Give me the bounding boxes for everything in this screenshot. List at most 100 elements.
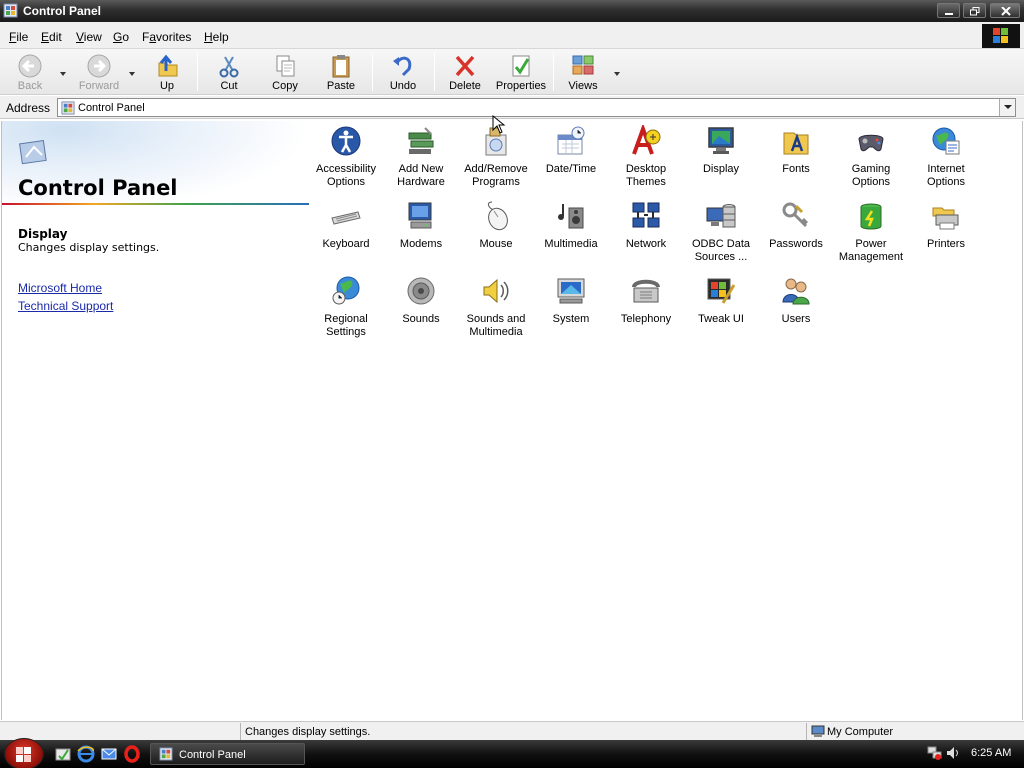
views-label: Views: [568, 80, 598, 92]
paste-button[interactable]: Paste: [319, 51, 363, 93]
forward-dropdown-icon[interactable]: [129, 70, 137, 78]
back-dropdown-icon[interactable]: [60, 70, 68, 78]
sounds-icon: [407, 277, 435, 305]
properties-icon: [512, 55, 530, 77]
properties-button[interactable]: Properties: [493, 51, 549, 93]
odbc-icon: [706, 204, 736, 228]
address-bar: Address Control Panel: [0, 96, 1024, 119]
printers-icon: [932, 207, 959, 230]
cp-item-accessibility-options[interactable]: Accessibility Options: [309, 123, 383, 193]
cp-item-internet-options[interactable]: Internet Options: [909, 123, 983, 193]
restore-button[interactable]: [963, 3, 986, 18]
cp-item-date-time[interactable]: Date/Time: [534, 123, 608, 193]
cp-item-passwords[interactable]: Passwords: [759, 198, 833, 268]
outlook-express-icon[interactable]: [100, 745, 118, 763]
cp-item-telephony[interactable]: Telephony: [609, 273, 683, 343]
cp-item-users[interactable]: Users: [759, 273, 833, 343]
cp-item-keyboard[interactable]: Keyboard: [309, 198, 383, 268]
menu-view[interactable]: View: [76, 30, 102, 44]
menu-favorites[interactable]: Favorites: [142, 30, 191, 44]
close-button[interactable]: [990, 3, 1020, 18]
control-panel-icon: [61, 101, 75, 115]
passwords-icon: [782, 202, 809, 228]
delete-button[interactable]: Delete: [444, 51, 486, 93]
properties-label: Properties: [495, 80, 547, 92]
system-icon: [557, 278, 585, 304]
menu-label: ile: [16, 30, 29, 44]
taskbar-button-control-panel[interactable]: Control Panel: [150, 743, 305, 765]
cp-item-gaming-options[interactable]: Gaming Options: [834, 123, 908, 193]
opera-icon[interactable]: [123, 745, 141, 763]
network-status-icon[interactable]: [927, 745, 943, 761]
cp-item-label: Date/Time: [545, 163, 597, 175]
internet-explorer-icon[interactable]: [77, 745, 95, 763]
cp-item-label: Desktop Themes: [625, 163, 667, 188]
cp-item-fonts[interactable]: Fonts: [759, 123, 833, 193]
undo-button[interactable]: Undo: [382, 51, 424, 93]
clock[interactable]: 6:25 AM: [971, 747, 1011, 759]
cp-item-regional-settings[interactable]: Regional Settings: [309, 273, 383, 343]
delete-label: Delete: [449, 80, 481, 92]
show-desktop-icon[interactable]: [54, 745, 72, 763]
cp-item-sounds[interactable]: Sounds: [384, 273, 458, 343]
cp-item-network[interactable]: Network: [609, 198, 683, 268]
power-management-icon: [860, 203, 882, 230]
multimedia-icon: [558, 204, 584, 229]
address-value: Control Panel: [78, 102, 145, 114]
users-icon: [782, 278, 810, 305]
menu-file[interactable]: File: [9, 30, 28, 44]
views-icon: [572, 55, 594, 75]
cp-item-add-new-hardware[interactable]: Add New Hardware: [384, 123, 458, 193]
cp-item-desktop-themes[interactable]: Desktop Themes: [609, 123, 683, 193]
address-input[interactable]: Control Panel: [57, 98, 1016, 117]
cp-item-power-management[interactable]: Power Management: [834, 198, 908, 268]
cp-item-odbc-data-sources[interactable]: ODBC Data Sources ...: [684, 198, 758, 268]
address-dropdown-button[interactable]: [999, 99, 1015, 116]
cp-item-tweak-ui[interactable]: Tweak UI: [684, 273, 758, 343]
restore-icon: [970, 7, 980, 16]
info-pane: Control Panel Display Changes display se…: [2, 121, 310, 720]
menu-edit[interactable]: Edit: [41, 30, 62, 44]
menu-bar: File Edit View Go Favorites Help: [0, 22, 1024, 49]
menu-help[interactable]: Help: [204, 30, 229, 44]
cp-item-label: Network: [625, 238, 667, 250]
up-button[interactable]: Up: [148, 51, 186, 93]
menu-accel: G: [113, 30, 123, 44]
delete-x-icon: [455, 55, 475, 77]
menu-label: elp: [212, 30, 229, 44]
views-button[interactable]: Views: [563, 51, 603, 93]
cp-item-label: Power Management: [838, 238, 904, 263]
cp-item-display[interactable]: Display: [684, 123, 758, 193]
content-area: Control Panel Display Changes display se…: [1, 115, 1023, 720]
cp-item-modems[interactable]: Modems: [384, 198, 458, 268]
fonts-icon: [783, 132, 809, 155]
start-button[interactable]: [4, 738, 44, 768]
title-bar[interactable]: Control Panel: [0, 0, 1024, 22]
menu-accel: E: [41, 30, 50, 44]
back-button[interactable]: Back: [8, 51, 52, 93]
cp-item-multimedia[interactable]: Multimedia: [534, 198, 608, 268]
cp-item-printers[interactable]: Printers: [909, 198, 983, 268]
copy-icon: [276, 55, 295, 77]
telephony-icon: [632, 279, 660, 303]
cp-item-label: Multimedia: [544, 238, 598, 250]
technical-support-link[interactable]: Technical Support: [18, 299, 113, 313]
minimize-button[interactable]: [937, 3, 960, 18]
forward-button[interactable]: Forward: [74, 51, 124, 93]
cp-item-label: Mouse: [479, 238, 513, 250]
cut-button[interactable]: Cut: [208, 51, 250, 93]
menu-label: iew: [83, 30, 102, 44]
address-label: Address: [6, 101, 51, 115]
cp-item-mouse[interactable]: Mouse: [459, 198, 533, 268]
copy-button[interactable]: Copy: [264, 51, 306, 93]
add-hardware-icon: [408, 127, 434, 154]
menu-go[interactable]: Go: [113, 30, 129, 44]
cp-item-label: Add New Hardware: [397, 163, 445, 188]
cp-item-sounds-and-multimedia[interactable]: Sounds and Multimedia: [459, 273, 533, 343]
menu-label: o: [122, 30, 130, 44]
cp-item-system[interactable]: System: [534, 273, 608, 343]
microsoft-home-link[interactable]: Microsoft Home: [18, 281, 102, 295]
views-dropdown-icon[interactable]: [614, 70, 622, 78]
cut-label: Cut: [220, 80, 238, 92]
volume-icon[interactable]: [945, 745, 961, 761]
